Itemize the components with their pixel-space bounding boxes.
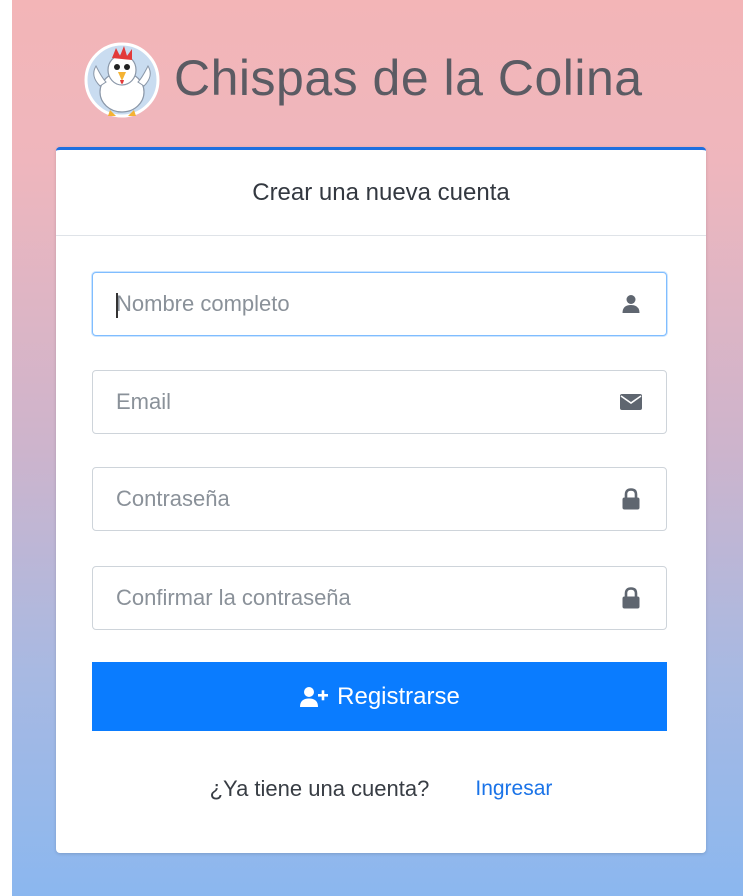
email-input[interactable] xyxy=(93,371,666,433)
password-field[interactable] xyxy=(92,467,667,531)
full-name-input[interactable] xyxy=(93,273,666,335)
register-button-label: Registrarse xyxy=(337,682,460,710)
login-prompt: ¿Ya tiene una cuenta? Ingresar xyxy=(56,776,706,802)
login-link[interactable]: Ingresar xyxy=(475,777,552,801)
envelope-icon xyxy=(620,391,642,413)
confirm-password-input[interactable] xyxy=(93,567,666,629)
have-account-text: ¿Ya tiene una cuenta? xyxy=(209,776,430,801)
page: Chispas de la Colina Crear una nueva cue… xyxy=(0,0,743,896)
rooster-mascot-icon xyxy=(84,42,160,118)
brand-title: Chispas de la Colina xyxy=(174,50,643,106)
user-icon xyxy=(620,293,642,315)
lock-icon xyxy=(620,587,642,609)
password-input[interactable] xyxy=(93,468,666,530)
brand-header: Chispas de la Colina xyxy=(80,30,643,126)
full-name-field[interactable] xyxy=(92,272,667,336)
text-caret xyxy=(116,293,118,318)
user-plus-icon xyxy=(299,686,329,708)
register-card: Crear una nueva cuenta Nombre completo E… xyxy=(56,147,706,853)
email-field[interactable] xyxy=(92,370,667,434)
card-header: Crear una nueva cuenta xyxy=(56,150,706,236)
confirm-password-field[interactable] xyxy=(92,566,667,630)
register-button[interactable]: Registrarse xyxy=(92,662,667,731)
lock-icon xyxy=(620,488,642,510)
